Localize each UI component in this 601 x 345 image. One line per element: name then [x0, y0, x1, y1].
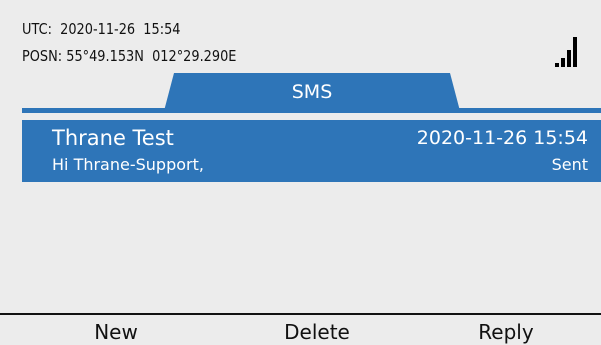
posn-label: POSN:	[22, 47, 63, 65]
status-bar: UTC: 2020-11-26 15:54 POSN: 55°49.153N 0…	[0, 0, 601, 72]
message-title: Thrane Test	[52, 126, 174, 150]
tab-sms[interactable]: SMS	[164, 73, 460, 111]
message-status: Sent	[551, 155, 588, 174]
softkey-bar: New Delete Reply	[0, 313, 601, 345]
tab-sms-label: SMS	[291, 81, 333, 103]
signal-strength-icon	[555, 33, 583, 67]
new-button[interactable]: New	[66, 318, 166, 345]
position-readout: POSN: 55°49.153N 012°29.290E	[22, 47, 236, 65]
signal-bar	[573, 37, 577, 67]
posn-value: 55°49.153N 012°29.290E	[66, 47, 237, 65]
delete-button[interactable]: Delete	[262, 318, 372, 345]
signal-bar	[555, 63, 559, 67]
message-timestamp: 2020-11-26 15:54	[416, 127, 588, 149]
reply-button[interactable]: Reply	[456, 318, 556, 345]
utc-label: UTC:	[22, 20, 52, 38]
signal-bar	[567, 50, 571, 67]
utc-value: 2020-11-26 15:54	[60, 20, 181, 38]
signal-bar	[561, 58, 565, 67]
message-preview: Hi Thrane-Support,	[52, 155, 204, 174]
utc-readout: UTC: 2020-11-26 15:54	[22, 20, 180, 38]
message-list-item[interactable]: Thrane Test 2020-11-26 15:54 Hi Thrane-S…	[22, 120, 601, 182]
